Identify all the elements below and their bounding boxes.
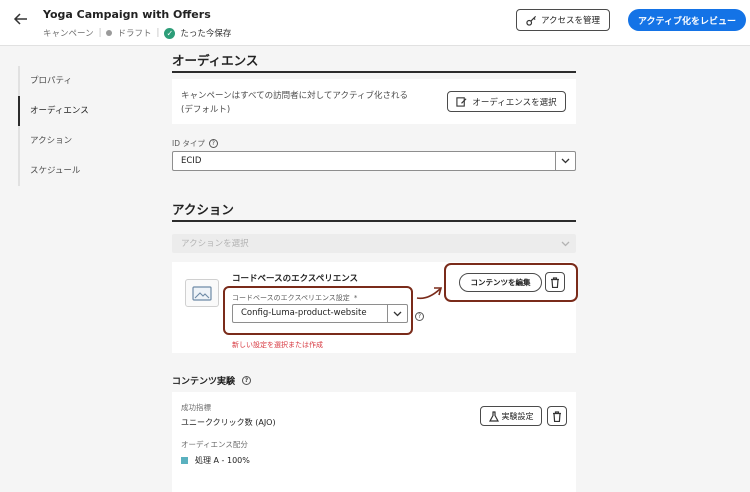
delete-action-button[interactable] [545,272,565,292]
manage-access-button[interactable]: アクセスを管理 [516,9,610,31]
id-type-label: ID タイプ ? [172,138,218,149]
metric-label: 成功指標 [181,403,211,412]
sidebar-item-properties[interactable]: プロパティ [18,66,154,96]
select-audience-label: オーディエンスを選択 [472,97,557,108]
trash-icon [553,410,561,422]
campaign-type: キャンペーン [43,29,94,39]
audience-panel: キャンペーンはすべての訪問者に対してアクティブ化される (デフォルト) オーディ… [172,79,576,124]
select-audience-button[interactable]: オーディエンスを選択 [447,91,566,112]
action-divider [172,220,576,222]
help-icon[interactable]: ? [242,376,252,385]
sidebar-nav: プロパティ オーディエンス アクション スケジュール [18,66,154,186]
campaign-title: Yoga Campaign with Offers [43,8,211,21]
experiment-settings-label: 実験設定 [501,411,534,421]
trash-icon [551,276,559,288]
audience-section-title: オーディエンス [172,53,259,68]
action-section-title: アクション [172,202,234,217]
chevron-down-icon [555,235,575,252]
config-value: Config-Luma-product-website [241,308,367,318]
sidebar-item-schedule[interactable]: スケジュール [18,156,154,186]
image-icon [185,279,219,307]
edit-content-button[interactable]: コンテンツを編集 [459,273,542,292]
experiment-settings-button[interactable]: 実験設定 [480,406,542,426]
distribution-label: オーディエンス配分 [181,440,248,449]
help-icon[interactable]: ? [415,312,424,321]
metric-value: ユニーククリック数 (AJO) [181,418,276,427]
status-dot [106,30,113,36]
action-select: アクションを選択 [172,234,576,253]
required-mark: * [353,294,358,302]
experiment-panel: 成功指標 ユニーククリック数 (AJO) 実験設定 オーディエンス配分 処理 A… [172,392,576,492]
experiment-title-text: コンテンツ実験 [172,377,236,387]
code-based-experience-card: コードベースのエクスペリエンス コードベースのエクスペリエンス設定 * Conf… [172,262,578,353]
treatment-value: 処理 A - 100% [195,456,250,465]
audience-description-line2: (デフォルト) [181,105,231,115]
action-placeholder: アクションを選択 [181,239,249,249]
id-type-value: ECID [181,156,202,166]
help-icon[interactable]: ? [208,139,218,148]
meta-divider: | [156,28,160,38]
experiment-section-title: コンテンツ実験 ? [172,374,252,387]
id-type-label-text: ID タイプ [172,139,205,148]
id-type-select[interactable]: ECID [172,151,576,171]
back-arrow-icon[interactable] [13,11,31,29]
sidebar-item-action[interactable]: アクション [18,126,154,156]
top-bar: Yoga Campaign with Offers キャンペーン | ドラフト … [0,0,750,46]
check-circle-icon: ✓ [164,27,176,39]
campaign-meta: キャンペーン | ドラフト | ✓ たった今保存 [43,27,231,39]
audience-description: キャンペーンはすべての訪問者に対してアクティブ化される (デフォルト) [181,89,441,117]
audience-divider [172,71,576,73]
audience-description-line1: キャンペーンはすべての訪問者に対してアクティブ化される [181,91,408,101]
campaign-status: ドラフト [117,29,152,39]
chevron-down-icon[interactable] [555,152,575,170]
meta-divider: | [98,28,102,38]
config-label-text: コードベースのエクスペリエンス設定 [232,294,350,302]
manage-access-label: アクセスを管理 [540,16,601,26]
audience-edit-icon [456,97,467,107]
config-select[interactable]: Config-Luma-product-website [232,304,408,323]
delete-experiment-button[interactable] [547,406,567,426]
code-based-title: コードベースのエクスペリエンス [232,274,359,284]
config-label: コードベースのエクスペリエンス設定 * [232,293,357,303]
review-activate-button[interactable]: アクティブ化をレビュー [628,9,746,31]
chevron-down-icon[interactable] [387,305,407,322]
key-icon [526,15,536,26]
flask-icon [488,410,499,422]
sidebar-item-audience[interactable]: オーディエンス [18,96,154,126]
treatment-row: 処理 A - 100% [181,455,250,466]
treatment-swatch [181,457,188,464]
save-status: たった今保存 [180,29,232,39]
config-error-text: 新しい設定を選択または作成 [232,341,323,349]
annotation-arrow [416,287,443,300]
